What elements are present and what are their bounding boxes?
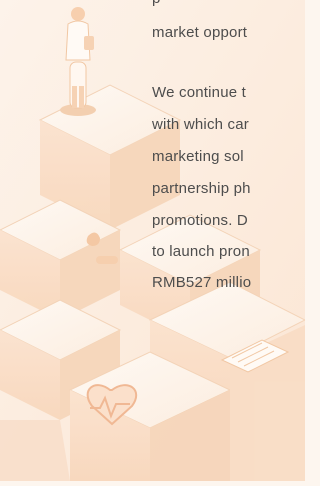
paragraph-2-line-6: to launch pron xyxy=(152,243,250,260)
paragraph-2-line-1: We continue t xyxy=(152,84,247,101)
paragraph-2-line-3: marketing sol xyxy=(152,148,244,165)
paragraph-2-line-5: promotions. D xyxy=(152,212,248,229)
report-paragraphs: p market opport We continue t with which… xyxy=(152,0,305,300)
paragraph-1-line-2: market opport xyxy=(152,24,248,41)
paragraph-2-line-4: partnership ph xyxy=(152,180,251,197)
paragraph-1-line-1: p xyxy=(152,0,161,8)
paragraph-2-line-2: with which car xyxy=(152,116,249,133)
paragraph-2-line-7: RMB527 millio xyxy=(152,274,252,291)
